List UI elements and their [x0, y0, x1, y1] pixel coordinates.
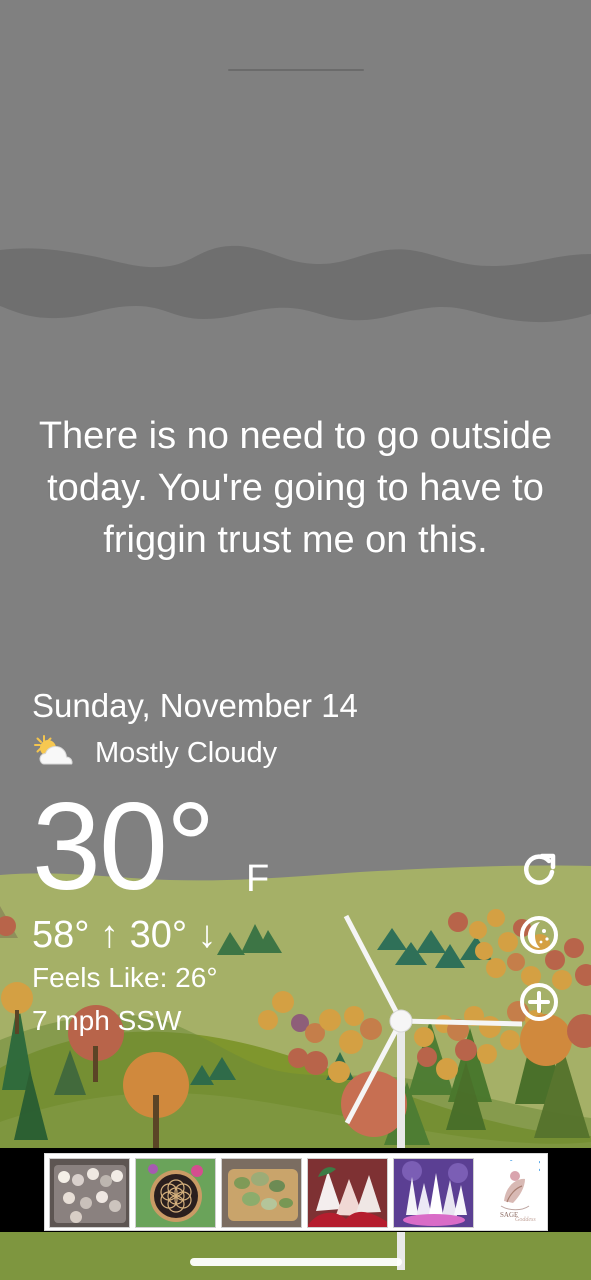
ad-content[interactable]: SAGE Goddess: [44, 1153, 548, 1231]
condition-text: Mostly Cloudy: [95, 737, 278, 769]
add-icon[interactable]: [518, 981, 560, 1023]
ad-image-1[interactable]: [49, 1158, 130, 1228]
ad-image-2[interactable]: [135, 1158, 216, 1228]
weather-background: [0, 0, 591, 1280]
high-low-temperature: 58° ↑ 30° ↓: [32, 914, 217, 956]
ad-image-3[interactable]: [221, 1158, 302, 1228]
wind-speed: 7 mph SSW: [32, 1005, 182, 1036]
moon-icon[interactable]: [518, 914, 560, 956]
ad-image-5[interactable]: [393, 1158, 474, 1228]
weather-date: Sunday, November 14: [32, 687, 358, 724]
temperature-value: 30°: [32, 778, 216, 916]
svg-text:Goddess: Goddess: [515, 1217, 536, 1223]
refresh-icon[interactable]: [518, 848, 560, 890]
condition-row: Mostly Cloudy: [32, 732, 277, 774]
feels-like-temperature: Feels Like: 26°: [32, 962, 218, 993]
advertiser-logo[interactable]: SAGE Goddess: [491, 1161, 539, 1225]
drag-handle[interactable]: [228, 69, 364, 71]
home-indicator[interactable]: [190, 1258, 402, 1266]
temperature-unit: F: [246, 858, 270, 900]
weather-message: There is no need to go outside today. Yo…: [38, 415, 553, 561]
ad-image-4[interactable]: [307, 1158, 388, 1228]
partly-cloudy-icon: [34, 735, 73, 765]
